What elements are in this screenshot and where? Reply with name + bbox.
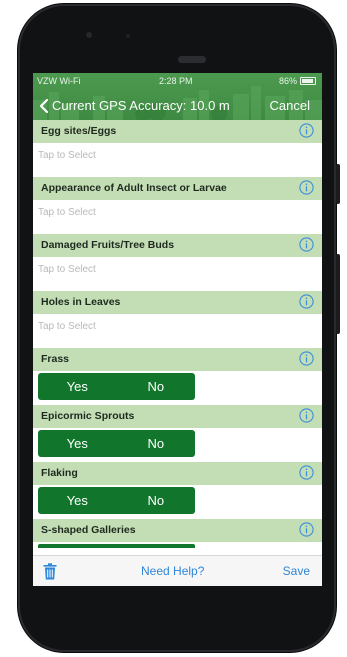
section-header-holes-leaves: Holes in Leaves [33, 291, 322, 314]
section-label: Holes in Leaves [41, 296, 121, 308]
s-galleries-toggle-row [33, 542, 322, 555]
status-right-group: 86% [279, 75, 316, 87]
no-option[interactable]: No [117, 373, 196, 400]
section-header-egg-sites: Egg sites/Eggs [33, 120, 322, 143]
adult-insect-select[interactable]: Tap to Select [33, 200, 322, 234]
back-button[interactable]: Current GPS Accuracy: 10.0 m [39, 96, 230, 116]
info-icon[interactable] [299, 123, 314, 138]
section-label: Appearance of Adult Insect or Larvae [41, 182, 227, 194]
battery-icon [300, 77, 316, 85]
gps-accuracy-title: Current GPS Accuracy: 10.0 m [52, 98, 230, 113]
egg-sites-select[interactable]: Tap to Select [33, 143, 322, 177]
section-label: Egg sites/Eggs [41, 125, 117, 137]
nav-row: Current GPS Accuracy: 10.0 m Cancel [33, 95, 322, 117]
flaking-yes-no-toggle: Yes No [38, 487, 195, 514]
sensor-dot [126, 34, 130, 38]
info-icon[interactable] [299, 294, 314, 309]
frass-yes-no-toggle: Yes No [38, 373, 195, 400]
info-icon[interactable] [299, 180, 314, 195]
yes-option[interactable]: Yes [38, 373, 117, 400]
info-icon[interactable] [299, 522, 314, 537]
header-bar: VZW Wi-Fi 2:28 PM 86% Current GPS Accura… [33, 73, 322, 120]
power-button [336, 164, 340, 204]
need-help-button[interactable]: Need Help? [141, 556, 204, 586]
form-list: Egg sites/Eggs Tap to Select Appearance … [33, 120, 322, 555]
battery-percent: 86% [278, 76, 297, 86]
section-header-flaking: Flaking [33, 462, 322, 485]
bottom-toolbar: Need Help? Save [33, 555, 322, 586]
cancel-button[interactable]: Cancel [270, 96, 310, 116]
section-label: Flaking [41, 467, 78, 479]
section-header-frass: Frass [33, 348, 322, 371]
yes-option[interactable]: Yes [38, 430, 117, 457]
section-label: Damaged Fruits/Tree Buds [41, 239, 175, 251]
section-header-epicormic: Epicormic Sprouts [33, 405, 322, 428]
earpiece-speaker [178, 56, 206, 63]
carrier-label: VZW Wi-Fi [37, 76, 81, 86]
s-galleries-toggle-partial[interactable] [38, 544, 195, 548]
holes-leaves-select[interactable]: Tap to Select [33, 314, 322, 348]
section-label: S-shaped Galleries [41, 524, 136, 536]
frass-toggle-row: Yes No [33, 371, 322, 405]
volume-button [336, 254, 340, 334]
epicormic-toggle-row: Yes No [33, 428, 322, 462]
section-header-adult-insect: Appearance of Adult Insect or Larvae [33, 177, 322, 200]
section-label: Epicormic Sprouts [41, 410, 135, 422]
info-icon[interactable] [299, 237, 314, 252]
section-label: Frass [41, 353, 70, 365]
back-chevron-icon [39, 98, 49, 114]
app-screen: VZW Wi-Fi 2:28 PM 86% Current GPS Accura… [33, 73, 322, 586]
front-camera [86, 32, 92, 38]
no-option[interactable]: No [117, 430, 196, 457]
flaking-toggle-row: Yes No [33, 485, 322, 519]
section-header-s-galleries: S-shaped Galleries [33, 519, 322, 542]
info-icon[interactable] [299, 465, 314, 480]
status-bar: VZW Wi-Fi 2:28 PM 86% [33, 75, 322, 87]
status-time: 2:28 PM [159, 76, 193, 86]
no-option[interactable]: No [117, 487, 196, 514]
info-icon[interactable] [299, 408, 314, 423]
section-header-damaged-fruits: Damaged Fruits/Tree Buds [33, 234, 322, 257]
epicormic-yes-no-toggle: Yes No [38, 430, 195, 457]
yes-option[interactable]: Yes [38, 487, 117, 514]
info-icon[interactable] [299, 351, 314, 366]
trash-icon[interactable] [43, 563, 57, 580]
save-button[interactable]: Save [283, 556, 310, 586]
damaged-fruits-select[interactable]: Tap to Select [33, 257, 322, 291]
